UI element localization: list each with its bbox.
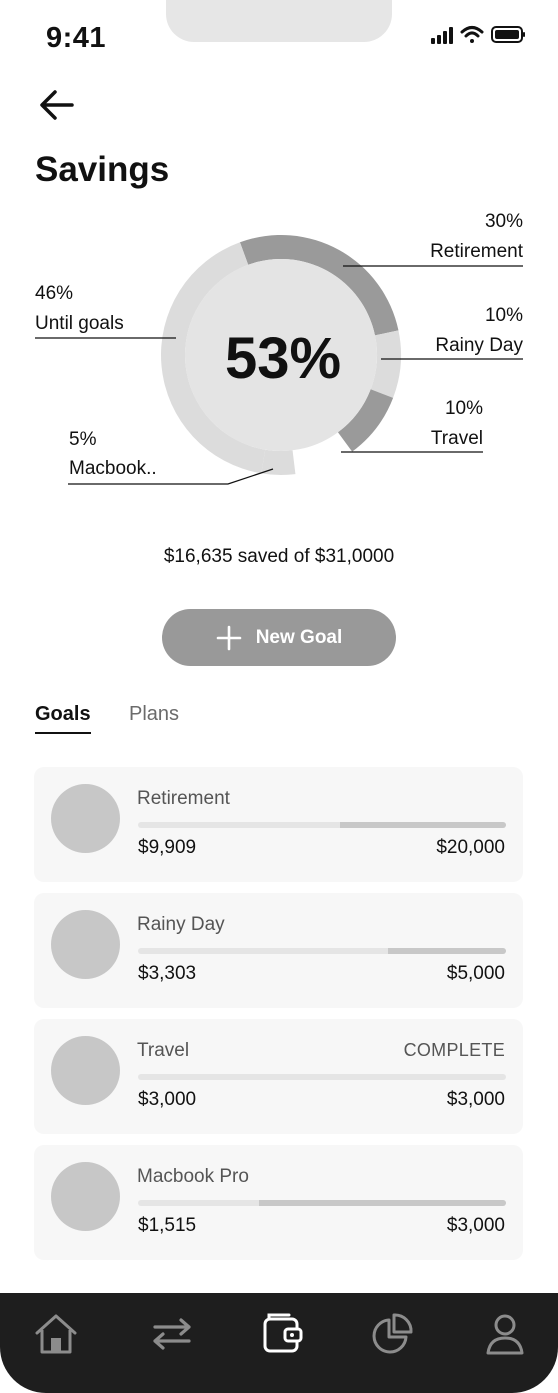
goal-progress-fill bbox=[259, 1200, 506, 1206]
bottom-nav bbox=[0, 1293, 558, 1393]
label-travel-percent: 10% bbox=[444, 398, 483, 419]
plus-icon bbox=[216, 625, 242, 650]
goal-progress-track bbox=[138, 822, 506, 828]
goal-progress-fill bbox=[388, 948, 506, 954]
label-travel: Travel bbox=[430, 428, 483, 449]
goal-avatar bbox=[51, 1162, 120, 1231]
wallet-icon[interactable] bbox=[259, 1311, 305, 1357]
goal-target-amount: $3,000 bbox=[446, 1089, 505, 1110]
goal-card-travel[interactable]: Travel COMPLETE $3,000 $3,000 bbox=[34, 1019, 523, 1134]
label-macbook-percent: 5% bbox=[69, 429, 97, 450]
goal-saved-amount: $3,000 bbox=[138, 1089, 197, 1110]
goal-avatar bbox=[51, 1036, 120, 1105]
goal-target-amount: $3,000 bbox=[446, 1215, 505, 1236]
goal-target-amount: $20,000 bbox=[436, 837, 505, 858]
new-goal-label: New Goal bbox=[255, 626, 343, 648]
label-until-goals: Until goals bbox=[35, 313, 124, 334]
transfer-icon[interactable] bbox=[149, 1311, 195, 1357]
pie-chart-icon[interactable] bbox=[369, 1311, 415, 1357]
goal-card-macbook-pro[interactable]: Macbook Pro $1,515 $3,000 bbox=[34, 1145, 523, 1260]
goal-avatar bbox=[51, 784, 120, 853]
home-icon[interactable] bbox=[33, 1311, 79, 1357]
goal-avatar bbox=[51, 910, 120, 979]
label-retirement: Retirement bbox=[430, 241, 523, 262]
savings-summary: $16,635 saved of $31,0000 bbox=[163, 546, 395, 567]
goal-name: Rainy Day bbox=[137, 914, 225, 935]
goal-card-retirement[interactable]: Retirement $9,909 $20,000 bbox=[34, 767, 523, 882]
goal-progress-fill bbox=[340, 822, 506, 828]
goal-target-amount: $5,000 bbox=[446, 963, 505, 984]
goal-card-rainy-day[interactable]: Rainy Day $3,303 $5,000 bbox=[34, 893, 523, 1008]
new-goal-button[interactable]: New Goal bbox=[162, 609, 396, 666]
goal-saved-amount: $1,515 bbox=[138, 1215, 197, 1236]
goal-name: Macbook Pro bbox=[137, 1166, 249, 1187]
tab-plans[interactable]: Plans bbox=[129, 703, 179, 726]
goal-saved-amount: $3,303 bbox=[138, 963, 197, 984]
label-macbook: Macbook.. bbox=[69, 458, 157, 479]
goal-name: Retirement bbox=[137, 788, 230, 809]
label-rainy-day: Rainy Day bbox=[435, 335, 523, 356]
goal-saved-amount: $9,909 bbox=[138, 837, 197, 858]
label-until-goals-percent: 46% bbox=[35, 283, 74, 304]
goal-progress-track bbox=[138, 948, 506, 954]
goal-progress-track bbox=[138, 1200, 506, 1206]
goal-status: COMPLETE bbox=[403, 1040, 505, 1060]
donut-center-value: 53% bbox=[225, 326, 341, 391]
tab-goals[interactable]: Goals bbox=[35, 703, 91, 734]
label-rainy-day-percent: 10% bbox=[484, 305, 523, 326]
profile-icon[interactable] bbox=[482, 1311, 528, 1357]
goal-progress-track bbox=[138, 1074, 506, 1080]
label-retirement-percent: 30% bbox=[484, 211, 523, 232]
goal-name: Travel bbox=[137, 1040, 190, 1061]
